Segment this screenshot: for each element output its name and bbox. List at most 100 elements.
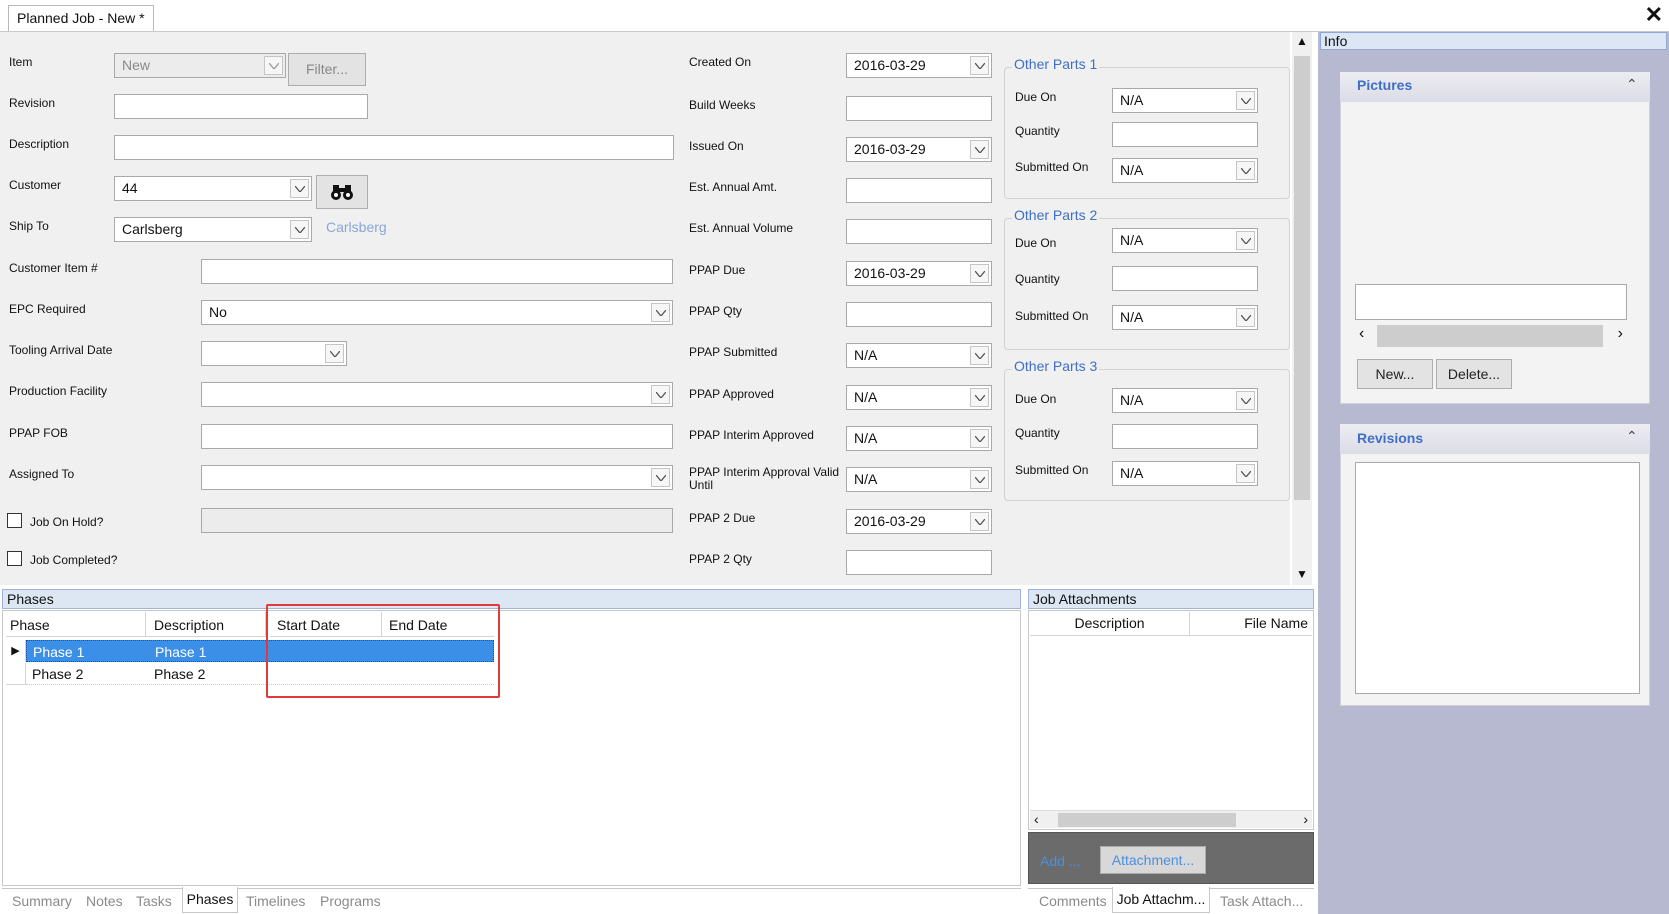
tab-tasks[interactable]: Tasks: [136, 893, 172, 909]
ppap-interim-approved-value: N/A: [854, 430, 878, 446]
other-parts-3-sub-select[interactable]: N/A: [1112, 461, 1258, 486]
build-weeks-label: Build Weeks: [689, 98, 756, 112]
scroll-up-icon[interactable]: ▲: [1296, 34, 1308, 48]
ppap-submitted-select[interactable]: N/A: [846, 343, 992, 368]
other-parts-2-due-select[interactable]: N/A: [1112, 228, 1258, 253]
chevron-down-icon: [1236, 464, 1255, 483]
ppap-interim-valid-select[interactable]: N/A: [846, 467, 992, 492]
scroll-down-icon[interactable]: ▼: [1296, 567, 1308, 581]
ppap2-qty-input[interactable]: [846, 550, 992, 575]
tab-timelines[interactable]: Timelines: [246, 893, 305, 909]
row-selector[interactable]: [6, 663, 26, 685]
new-picture-button[interactable]: New...: [1357, 359, 1433, 389]
ppap2-due-date[interactable]: 2016-03-29: [846, 509, 992, 534]
build-weeks-input[interactable]: [846, 96, 992, 121]
ship-to-select[interactable]: Carlsberg: [114, 217, 312, 242]
other-parts-1-sub-select[interactable]: N/A: [1112, 158, 1258, 183]
item-select[interactable]: New: [114, 53, 286, 78]
other-parts-2-sub-label: Submitted On: [1015, 309, 1089, 323]
ppap-approved-select[interactable]: N/A: [846, 385, 992, 410]
close-icon[interactable]: ✕: [1645, 2, 1663, 28]
other-parts-1-qty-label: Quantity: [1015, 124, 1060, 138]
phases-col-description[interactable]: Description: [146, 612, 266, 637]
customer-item-input[interactable]: [201, 259, 673, 284]
collapse-icon[interactable]: ⌃: [1626, 428, 1638, 445]
phases-col-phase-label: Phase: [10, 617, 50, 633]
scroll-right-icon[interactable]: ›: [1303, 811, 1308, 827]
other-parts-3-qty-input[interactable]: [1112, 424, 1258, 449]
attachments-hscrollbar-thumb[interactable]: [1058, 813, 1236, 827]
tooling-arrival-date[interactable]: [201, 341, 347, 366]
attachments-col-description[interactable]: Description: [1030, 612, 1190, 636]
customer-search-button[interactable]: [316, 175, 368, 209]
customer-value: 44: [122, 180, 138, 196]
other-parts-2-sub-select[interactable]: N/A: [1112, 305, 1258, 330]
description-input[interactable]: [114, 135, 674, 160]
other-parts-1-qty-input[interactable]: [1112, 122, 1258, 147]
other-parts-3-due-select[interactable]: N/A: [1112, 388, 1258, 413]
collapse-icon[interactable]: ⌃: [1626, 76, 1638, 93]
ppap-interim-approved-label: PPAP Interim Approved: [689, 428, 814, 442]
attachment-button[interactable]: Attachment...: [1100, 846, 1206, 874]
row-selector-icon[interactable]: ▶: [6, 640, 26, 662]
chevron-down-icon: [325, 344, 344, 363]
ppap-due-date[interactable]: 2016-03-29: [846, 261, 992, 286]
scroll-left-icon[interactable]: ‹: [1359, 325, 1364, 343]
job-completed-checkbox[interactable]: [7, 551, 22, 566]
other-parts-1-due-value: N/A: [1120, 92, 1144, 108]
phases-col-phase[interactable]: Phase: [6, 612, 146, 637]
pictures-hscrollbar[interactable]: ‹ ›: [1355, 323, 1627, 347]
est-annual-amt-input[interactable]: [846, 178, 992, 203]
other-parts-1-sub-value: N/A: [1120, 162, 1144, 178]
est-annual-volume-input[interactable]: [846, 219, 992, 244]
customer-select[interactable]: 44: [114, 176, 312, 201]
production-facility-select[interactable]: [201, 382, 673, 407]
tab-notes[interactable]: Notes: [86, 893, 123, 909]
tab-programs[interactable]: Programs: [320, 893, 381, 909]
tab-phases[interactable]: Phases: [182, 887, 238, 913]
tab-comments[interactable]: Comments: [1039, 893, 1107, 909]
item-label: Item: [9, 55, 33, 69]
phase-description-cell: Phase 2: [154, 666, 206, 682]
scroll-right-icon[interactable]: ›: [1618, 325, 1623, 343]
job-attachments-header: Job Attachments: [1028, 589, 1314, 609]
form-scrollbar-thumb[interactable]: [1294, 56, 1310, 500]
delete-picture-button[interactable]: Delete...: [1436, 359, 1512, 389]
ppap2-due-label: PPAP 2 Due: [689, 511, 756, 525]
chevron-down-icon: [970, 264, 989, 283]
ppap-interim-valid-label: PPAP Interim Approval Valid Until: [689, 466, 839, 492]
ppap-interim-approved-select[interactable]: N/A: [846, 426, 992, 451]
assigned-to-select[interactable]: [201, 465, 673, 490]
revision-input[interactable]: [114, 94, 368, 119]
scroll-left-icon[interactable]: ‹: [1034, 811, 1039, 827]
issued-on-date[interactable]: 2016-03-29: [846, 137, 992, 162]
assigned-to-label: Assigned To: [9, 467, 75, 481]
tab-summary[interactable]: Summary: [12, 893, 72, 909]
chevron-down-icon: [1236, 231, 1255, 250]
job-on-hold-checkbox[interactable]: [7, 513, 22, 528]
other-parts-1-due-select[interactable]: N/A: [1112, 88, 1258, 113]
attachments-col-file-name[interactable]: File Name: [1190, 612, 1312, 636]
production-facility-label: Production Facility: [9, 384, 108, 398]
add-attachment-link[interactable]: Add ...: [1040, 853, 1080, 869]
epc-required-select[interactable]: No: [201, 300, 673, 325]
ppap-fob-input[interactable]: [201, 424, 673, 449]
ship-to-link[interactable]: Carlsberg: [326, 219, 387, 235]
ppap-qty-input[interactable]: [846, 302, 992, 327]
pictures-viewer[interactable]: [1355, 284, 1627, 320]
chevron-down-icon: [970, 140, 989, 159]
ppap-qty-label: PPAP Qty: [689, 304, 742, 318]
tab-task-attachments[interactable]: Task Attach...: [1220, 893, 1303, 909]
tab-planned-job[interactable]: Planned Job - New *: [8, 5, 154, 31]
pictures-hscrollbar-thumb[interactable]: [1377, 325, 1603, 347]
created-on-date[interactable]: 2016-03-29: [846, 53, 992, 78]
tab-job-attachments[interactable]: Job Attachm...: [1112, 887, 1210, 913]
other-parts-2-qty-input[interactable]: [1112, 266, 1258, 291]
attachments-hscrollbar[interactable]: ‹ ›: [1030, 810, 1312, 828]
filter-button[interactable]: Filter...: [288, 53, 366, 86]
customer-label: Customer: [9, 178, 62, 192]
est-annual-amt-label: Est. Annual Amt.: [689, 180, 778, 194]
revisions-list[interactable]: [1355, 462, 1640, 694]
ship-to-value: Carlsberg: [122, 221, 183, 237]
epc-required-label: EPC Required: [9, 302, 86, 316]
